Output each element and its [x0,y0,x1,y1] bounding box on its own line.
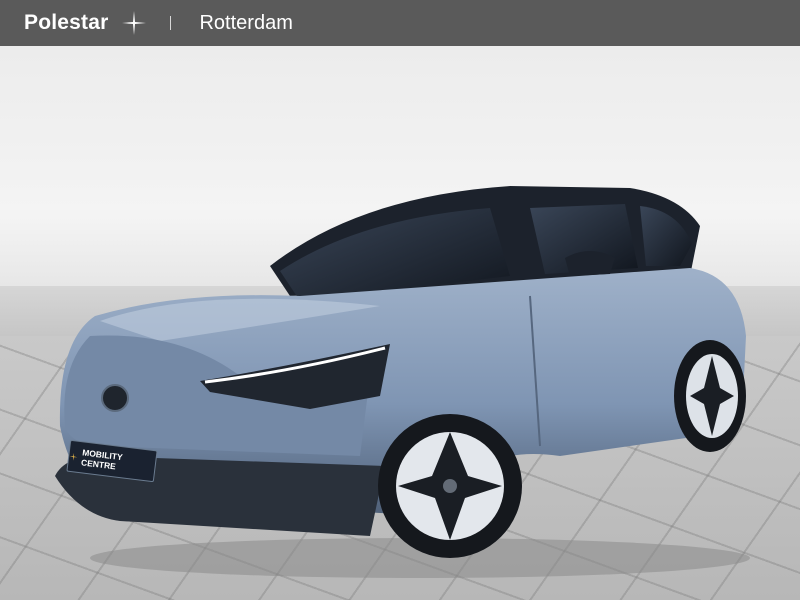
plate-text: MOBILITY CENTRE [80,447,124,472]
polestar-star-icon [122,11,147,35]
listing-photo: Polestar Rotterdam MOBILITY CENTRE [0,0,800,600]
header-divider [170,16,172,30]
car-image [55,186,750,578]
header-bar: Polestar Rotterdam [0,0,800,46]
location-name: Rotterdam [199,11,293,34]
polestar-star-icon [69,452,78,461]
brand-name: Polestar [24,11,109,34]
showroom-scene: MOBILITY CENTRE [0,46,800,600]
